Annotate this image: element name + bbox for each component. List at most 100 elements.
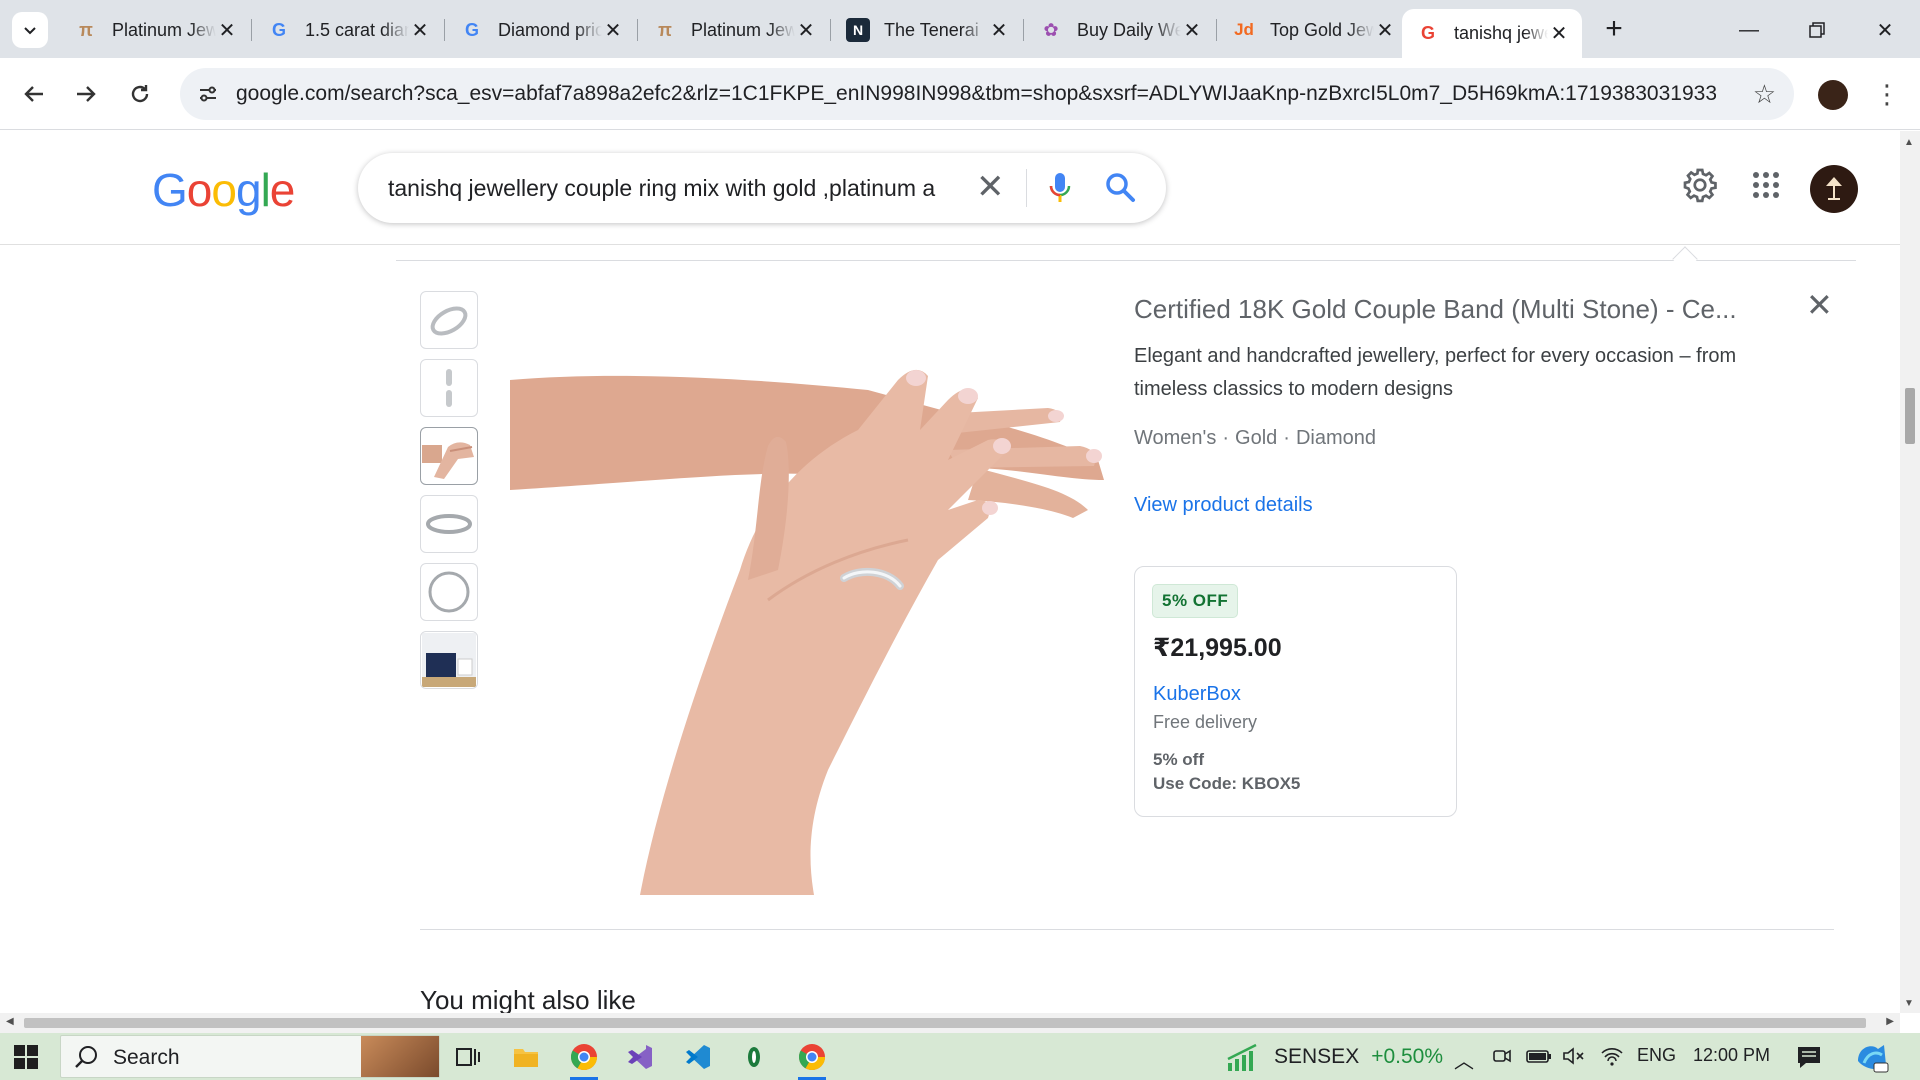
restore-button[interactable]	[1792, 10, 1842, 50]
thumbnail-ring-top[interactable]	[420, 563, 478, 621]
tab-search-button[interactable]	[12, 12, 48, 48]
product-attributes: Women's · Gold · Diamond	[1134, 427, 1376, 450]
tab-3[interactable]: G Diamond price ✕	[446, 9, 638, 51]
notifications-icon[interactable]	[1796, 1045, 1822, 1069]
clear-search-icon[interactable]: ✕	[976, 169, 1005, 205]
offer-code: Use Code: KBOX5	[1153, 774, 1301, 793]
bookmark-star-icon[interactable]: ☆	[1753, 79, 1776, 110]
search-highlight-image	[361, 1036, 439, 1077]
tanishq-icon: π	[658, 19, 672, 40]
tab-2[interactable]: G 1.5 carat diamond ✕	[253, 9, 445, 51]
visual-studio-icon[interactable]	[624, 1041, 656, 1073]
profile-avatar[interactable]	[1818, 80, 1848, 110]
tenerai-icon: N	[846, 18, 870, 42]
file-explorer-icon[interactable]	[510, 1041, 542, 1073]
apps-grid-icon[interactable]	[1752, 171, 1780, 199]
taskbar-search[interactable]: Search	[60, 1035, 440, 1078]
attribute-gender: Women's	[1134, 427, 1217, 449]
clock[interactable]: 12:00 PM	[1693, 1045, 1770, 1066]
tab-title: Platinum Jewellery	[691, 19, 795, 40]
thumbnail-ring-side[interactable]	[420, 359, 478, 417]
tab-title: Top Gold Jewellers	[1270, 19, 1374, 40]
tab-4[interactable]: π Platinum Jewellery ✕	[639, 9, 831, 51]
close-window-button[interactable]: ✕	[1860, 10, 1910, 50]
close-tab-icon[interactable]: ✕	[988, 19, 1010, 42]
thumbnail-ring-angled[interactable]	[420, 291, 478, 349]
copilot-icon[interactable]	[1854, 1041, 1890, 1073]
microphone-icon[interactable]	[1048, 171, 1072, 205]
tab-7[interactable]: Jd Top Gold Jewellers ✕	[1218, 9, 1408, 51]
search-input[interactable]: tanishq jewellery couple ring mix with g…	[388, 175, 988, 202]
speaker-muted-icon[interactable]	[1562, 1045, 1586, 1067]
arrow-right-icon	[77, 86, 96, 102]
scroll-down-icon[interactable]: ▼	[1904, 998, 1914, 1009]
site-settings-icon[interactable]	[196, 82, 220, 106]
tab-6[interactable]: ✿ Buy Daily Wear ✕	[1025, 9, 1217, 51]
horizontal-scroll-thumb[interactable]	[24, 1018, 1866, 1028]
google-header: Google tanishq jewellery couple ring mix…	[0, 131, 1900, 245]
tab-8-active[interactable]: G tanishq jewellery ✕	[1402, 9, 1582, 58]
settings-gear-icon[interactable]	[1682, 167, 1718, 203]
google-logo[interactable]: Google	[152, 163, 295, 217]
tab-5[interactable]: N The Tenerai ✕	[832, 9, 1024, 51]
battery-icon[interactable]	[1526, 1045, 1552, 1067]
search-icon[interactable]	[1104, 171, 1136, 203]
tab-1[interactable]: π Platinum Jewellery ✕	[60, 9, 252, 51]
new-tab-button[interactable]: +	[1597, 12, 1631, 46]
vscode-icon[interactable]	[682, 1041, 714, 1073]
search-box[interactable]: tanishq jewellery couple ring mix with g…	[358, 153, 1166, 223]
horizontal-scrollbar[interactable]: ◀ ▶	[0, 1013, 1900, 1033]
thumbnail-ring-on-hand[interactable]	[420, 427, 478, 485]
google-icon: G	[1420, 23, 1435, 43]
account-avatar[interactable]	[1810, 165, 1858, 213]
scroll-up-icon[interactable]: ▲	[1904, 137, 1914, 148]
offer-price: ₹21,995.00	[1153, 634, 1282, 662]
close-tab-icon[interactable]: ✕	[216, 19, 238, 42]
close-tab-icon[interactable]: ✕	[1374, 19, 1396, 42]
chrome-profile-taskbar-icon[interactable]	[796, 1041, 828, 1080]
vertical-scrollbar[interactable]: ▲ ▼	[1900, 131, 1920, 1013]
wifi-icon[interactable]	[1600, 1045, 1624, 1067]
gift-box-image	[422, 633, 476, 687]
close-tab-icon[interactable]: ✕	[795, 19, 817, 42]
windows-start-icon[interactable]	[14, 1045, 38, 1069]
ring-image	[446, 369, 452, 407]
close-tab-icon[interactable]: ✕	[1548, 23, 1570, 45]
thumbnail-ring-box[interactable]	[420, 631, 478, 689]
close-tab-icon[interactable]: ✕	[602, 19, 624, 42]
thumbnail-ring-flat[interactable]	[420, 495, 478, 553]
you-might-also-like-heading: You might also like	[420, 985, 636, 1013]
url-text[interactable]: google.com/search?sca_esv=abfaf7a898a2ef…	[236, 82, 1716, 106]
ring-image	[430, 306, 468, 336]
sensex-label: SENSEX	[1274, 1045, 1360, 1068]
address-bar[interactable]: google.com/search?sca_esv=abfaf7a898a2ef…	[180, 68, 1794, 120]
seller-link[interactable]: KuberBox	[1153, 683, 1241, 706]
offer-card[interactable]: 5% OFF ₹21,995.00 KuberBox Free delivery…	[1134, 566, 1457, 817]
search-icon	[75, 1046, 97, 1068]
tab-title: Diamond price	[498, 19, 602, 40]
back-button[interactable]	[14, 74, 54, 114]
minimize-button[interactable]: —	[1724, 10, 1774, 50]
task-view-icon[interactable]	[452, 1041, 484, 1073]
vertical-scroll-thumb[interactable]	[1905, 388, 1915, 444]
forward-button[interactable]	[66, 74, 106, 114]
sensex-widget[interactable]: SENSEX +0.50%	[1226, 1043, 1443, 1071]
panel-pointer	[1672, 246, 1698, 272]
close-tab-icon[interactable]: ✕	[1181, 19, 1203, 42]
tray-expand-icon[interactable]: ︿	[1454, 1045, 1474, 1074]
input-language[interactable]: ENG	[1637, 1045, 1676, 1066]
view-product-details-link[interactable]: View product details	[1134, 494, 1313, 517]
close-tab-icon[interactable]: ✕	[409, 19, 431, 42]
tab-title: tanishq jewellery	[1454, 23, 1548, 43]
chrome-taskbar-icon[interactable]	[568, 1041, 600, 1080]
close-panel-icon[interactable]: ✕	[1806, 286, 1833, 324]
scroll-left-icon[interactable]: ◀	[6, 1016, 14, 1027]
app-leaf-icon[interactable]	[738, 1041, 770, 1073]
reload-button[interactable]	[120, 74, 160, 114]
meet-now-icon[interactable]	[1492, 1045, 1512, 1067]
product-title[interactable]: Certified 18K Gold Couple Band (Multi St…	[1134, 294, 1814, 325]
browser-menu-icon[interactable]: ⋮	[1874, 76, 1900, 112]
ring-image	[428, 571, 470, 613]
scroll-right-icon[interactable]: ▶	[1886, 1016, 1894, 1027]
stock-chart-icon	[1227, 1043, 1257, 1071]
